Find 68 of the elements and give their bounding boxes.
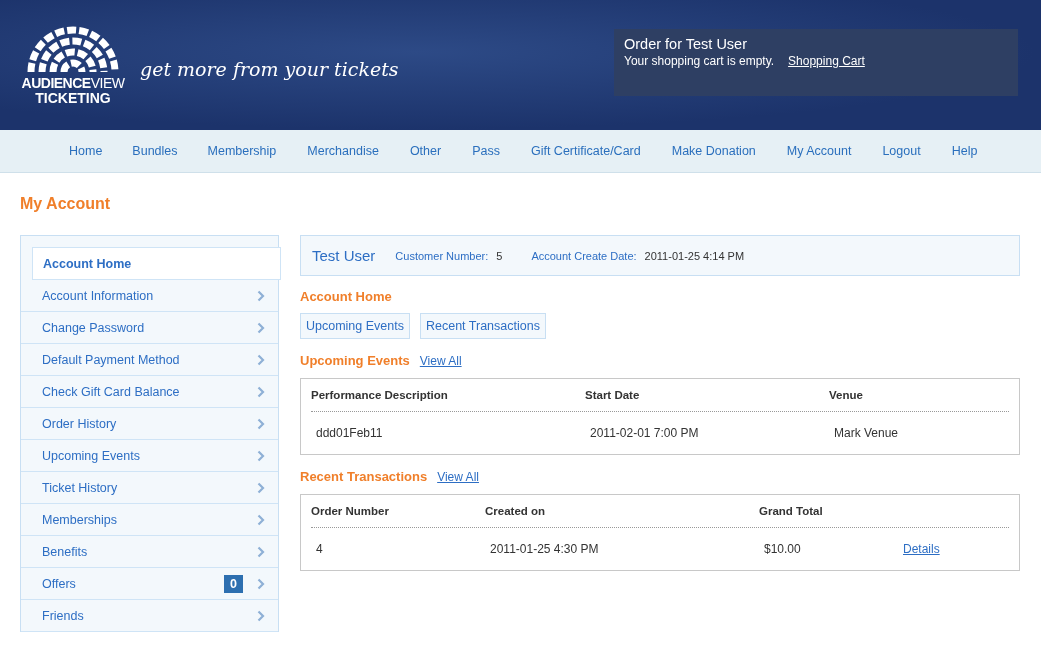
create-date: 2011-01-25 4:14 PM [644,249,745,262]
section-heading: Upcoming Events [300,353,410,368]
page-title: My Account [19,194,112,214]
sidebar-item[interactable]: Memberships [21,504,278,536]
sidebar-item[interactable]: Friends [21,600,278,632]
sidebar-item[interactable]: Benefits [21,536,278,568]
customer-number-label: Customer Number: [395,249,489,262]
chevron-right-icon [257,321,265,334]
nav-link[interactable]: Make Donation [671,144,756,158]
table-cell-text: 4 [315,542,324,556]
section-heading: Recent Transactions [300,469,428,484]
nav-link[interactable]: Logout [882,144,921,158]
count-badge: 0 [224,574,243,593]
account-name: Test User [312,247,376,264]
column-header: Grand Total [759,505,824,517]
cart-message: Your shopping cart is empty. [624,54,775,68]
chevron-right-icon [257,609,265,622]
column-header: Start Date [585,389,641,401]
table-cell-text: ddd01Feb11 [315,426,384,440]
nav-link[interactable]: Bundles [132,144,178,158]
customer-number: 5 [496,249,503,262]
chevron-right-icon [257,545,265,558]
nav-link[interactable]: Other [409,144,442,158]
sidebar-item[interactable]: Change Password [21,312,278,344]
sidebar-item[interactable]: Account Information [21,280,278,312]
chevron-right-icon [257,481,265,494]
view-all-link[interactable]: View All [419,354,462,368]
sidebar-item[interactable]: Check Gift Card Balance [21,376,278,408]
order-title: Order for Test User [624,36,749,52]
sidebar-item[interactable]: Default Payment Method [21,344,278,376]
logo-arcs-icon [25,24,121,72]
sidebar-item[interactable]: Offers 0 [21,568,278,600]
logo-subtext: TICKETING [35,91,111,106]
chevron-right-icon [257,353,265,366]
nav-link[interactable]: Help [951,144,978,158]
nav-link[interactable]: Pass [472,144,500,158]
chevron-right-icon [257,417,265,430]
table-cell-text: 2011-01-25 4:30 PM [489,542,600,556]
column-header: Order Number [311,505,390,517]
nav-link[interactable]: Membership [207,144,277,158]
chevron-right-icon [257,577,265,590]
column-header: Venue [829,389,864,401]
sidebar-item[interactable]: Account Home [32,247,281,280]
section-tab[interactable]: Upcoming Events [300,313,410,339]
sidebar-item[interactable]: Ticket History [21,472,278,504]
nav-link[interactable]: Gift Certificate/Card [530,144,641,158]
sidebar-item[interactable]: Upcoming Events [21,440,278,472]
chevron-right-icon [257,449,265,462]
table-cell-text: $10.00 [763,542,802,556]
chevron-right-icon [257,289,265,302]
chevron-right-icon [257,385,265,398]
chevron-right-icon [257,513,265,526]
sidebar-item[interactable]: Order History [21,408,278,440]
tagline: get more from your tickets [140,58,399,80]
table-cell-text: Mark Venue [833,426,900,440]
nav-link[interactable]: My Account [786,144,852,158]
section-heading: Account Home [300,289,393,304]
logo-text: AUDIENCEVIEW [21,76,125,91]
column-header: Created on [485,505,547,517]
create-date-label: Account Create Date: [531,249,637,262]
table-cell-text: 2011-02-01 7:00 PM [589,426,700,440]
column-header: Performance Description [311,389,449,401]
nav-link[interactable]: Home [69,144,103,158]
section-tab[interactable]: Recent Transactions [419,313,546,339]
details-link[interactable]: Details [903,542,1009,556]
view-all-link[interactable]: View All [437,470,479,484]
nav-link[interactable]: Merchandise [307,144,379,158]
shopping-cart-link[interactable]: Shopping Cart [788,54,865,68]
